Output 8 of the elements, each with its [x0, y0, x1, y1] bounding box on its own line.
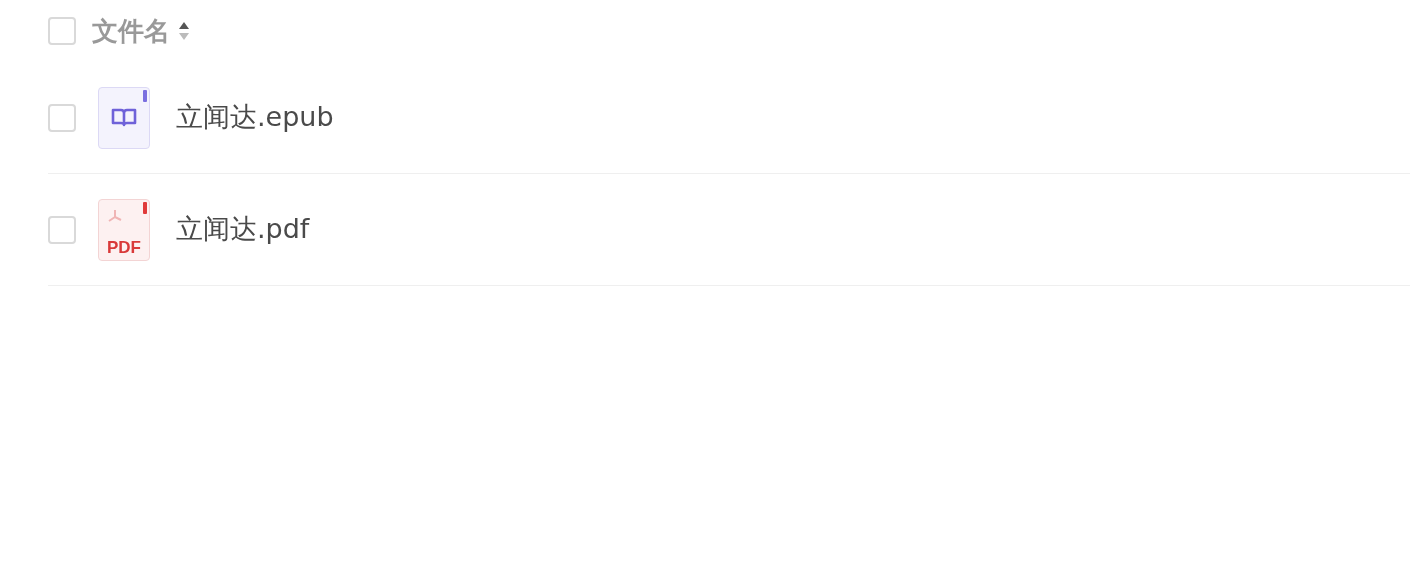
file-name[interactable]: 立闻达.pdf [176, 209, 310, 250]
checkbox[interactable] [48, 215, 76, 244]
file-name[interactable]: 立闻达.epub [176, 97, 334, 138]
checkbox[interactable] [48, 17, 76, 45]
checkbox[interactable] [48, 103, 76, 132]
pdf-file-icon: PDF [98, 198, 150, 261]
sort-icon[interactable] [178, 20, 190, 42]
book-file-icon [98, 86, 150, 149]
